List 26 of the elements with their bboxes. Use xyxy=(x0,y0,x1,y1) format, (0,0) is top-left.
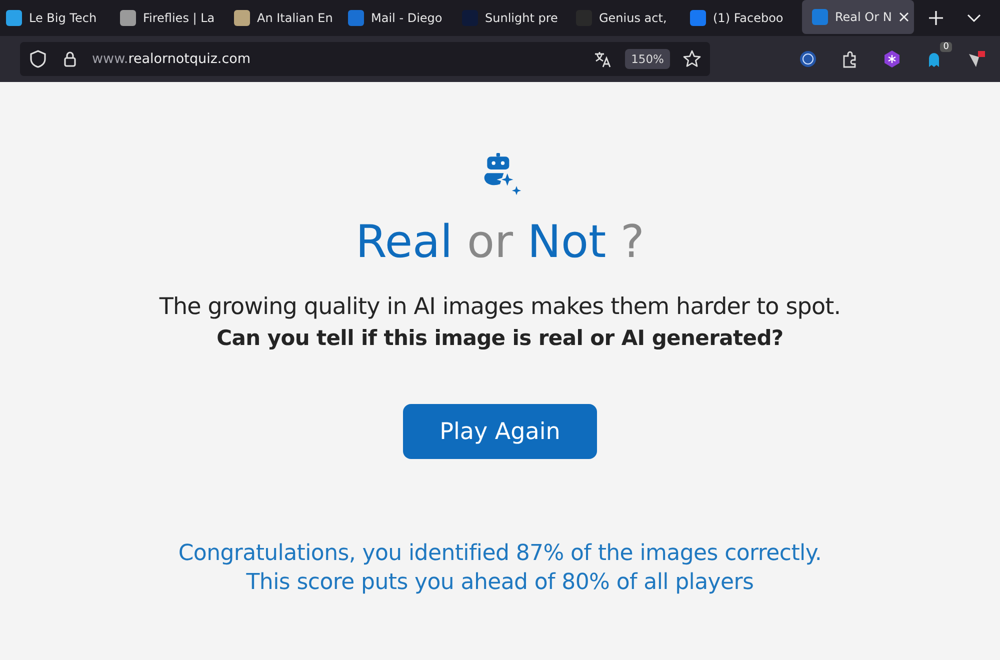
star-icon[interactable] xyxy=(682,49,702,69)
url-text[interactable]: www.realornotquiz.com xyxy=(92,51,251,67)
browser-tab[interactable]: Mail - Diego xyxy=(346,0,460,36)
hexagon-icon[interactable] xyxy=(882,49,902,69)
browser-tab[interactable]: Fireflies | La xyxy=(118,0,232,36)
browser-tab[interactable]: Genius act, xyxy=(574,0,688,36)
extension-badge-icon[interactable] xyxy=(798,49,818,69)
play-again-button[interactable]: Play Again xyxy=(403,404,597,459)
browser-tab[interactable]: Sunlight pre xyxy=(460,0,574,36)
translate-icon[interactable] xyxy=(593,49,614,69)
close-icon[interactable] xyxy=(898,12,909,22)
browser-tab[interactable]: Real Or N xyxy=(802,0,914,34)
zoom-level[interactable]: 150% xyxy=(625,49,670,69)
browser-tab[interactable]: (1) Faceboo xyxy=(688,0,802,36)
browser-tab[interactable]: An Italian En xyxy=(232,0,346,36)
intro-text: The growing quality in AI images makes them harder to spot. xyxy=(159,294,841,320)
notification-badge: 0 xyxy=(940,42,952,52)
address-bar[interactable]: www.realornotquiz.com 150% xyxy=(20,42,710,76)
question-text: Can you tell if this image is real or AI generated? xyxy=(216,326,784,350)
new-tab-icon[interactable] xyxy=(926,8,946,28)
browser-tab[interactable]: Le Big Tech xyxy=(4,0,118,36)
flag-icon[interactable] xyxy=(966,49,986,69)
page-title: Real or Not ? xyxy=(356,214,644,270)
shield-icon[interactable] xyxy=(28,49,48,69)
result-text: Congratulations, you identified 87% of the images correctly. xyxy=(178,541,822,566)
result-text: This score puts you ahead of 80% of all players xyxy=(246,570,754,595)
